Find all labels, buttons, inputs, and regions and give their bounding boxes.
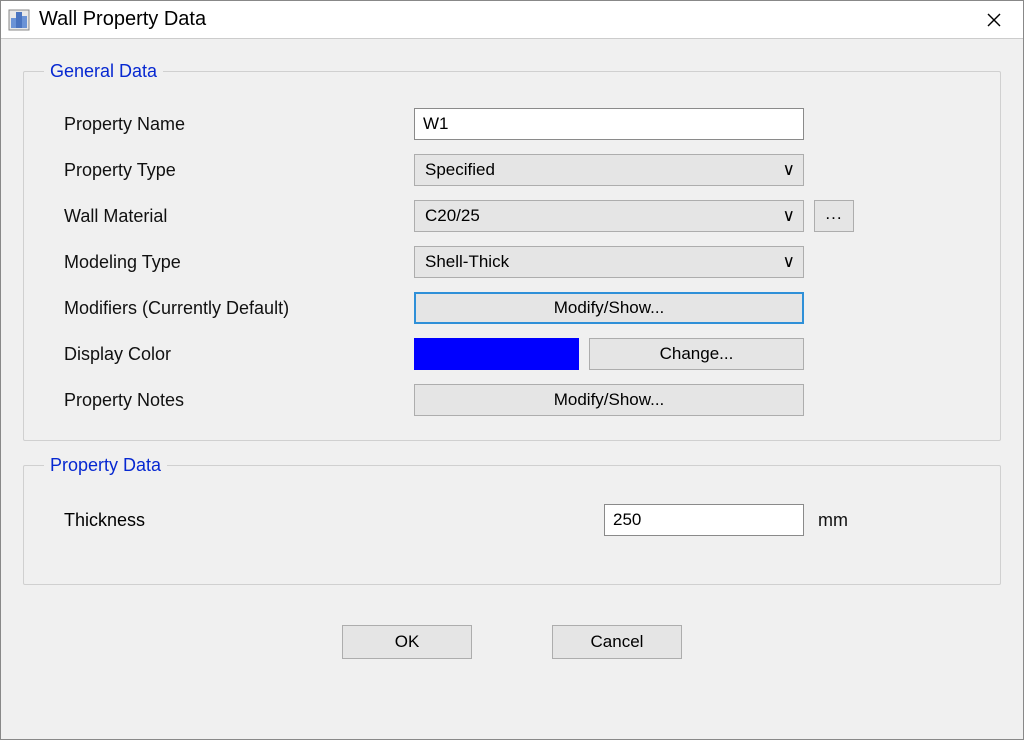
legend-property-data: Property Data — [44, 455, 167, 476]
group-property-data: Property Data Thickness mm — [23, 455, 1001, 585]
select-modeling-type[interactable]: Shell-Thick ∨ — [414, 246, 804, 278]
display-color-swatch — [414, 338, 579, 370]
group-general-data: General Data Property Name Property Type… — [23, 61, 1001, 441]
client-area: General Data Property Name Property Type… — [1, 39, 1023, 669]
chevron-down-icon: ∨ — [783, 206, 795, 226]
close-icon — [987, 13, 1001, 27]
chevron-down-icon: ∨ — [783, 160, 795, 180]
ok-button[interactable]: OK — [342, 625, 472, 659]
chevron-down-icon: ∨ — [783, 252, 795, 272]
label-modifiers: Modifiers (Currently Default) — [44, 298, 414, 319]
close-button[interactable] — [971, 1, 1017, 39]
modifiers-button[interactable]: Modify/Show... — [414, 292, 804, 324]
label-property-type: Property Type — [44, 160, 414, 181]
input-property-name[interactable] — [414, 108, 804, 140]
dialog-wall-property-data: Wall Property Data General Data Property… — [0, 0, 1024, 740]
select-wall-material[interactable]: C20/25 ∨ — [414, 200, 804, 232]
browse-material-button[interactable]: ... — [814, 200, 854, 232]
label-modeling-type: Modeling Type — [44, 252, 414, 273]
label-property-notes: Property Notes — [44, 390, 414, 411]
change-color-button[interactable]: Change... — [589, 338, 804, 370]
input-thickness[interactable] — [604, 504, 804, 536]
select-property-type-value: Specified — [425, 160, 495, 180]
select-modeling-type-value: Shell-Thick — [425, 252, 509, 272]
action-row: OK Cancel — [23, 625, 1001, 659]
titlebar: Wall Property Data — [1, 1, 1023, 39]
select-property-type[interactable]: Specified ∨ — [414, 154, 804, 186]
label-thickness: Thickness — [44, 510, 604, 531]
window-title: Wall Property Data — [39, 8, 971, 31]
legend-general-data: General Data — [44, 61, 163, 82]
label-wall-material: Wall Material — [44, 206, 414, 227]
label-thickness-unit: mm — [818, 510, 848, 531]
app-icon — [7, 8, 31, 32]
label-display-color: Display Color — [44, 344, 414, 365]
cancel-button[interactable]: Cancel — [552, 625, 682, 659]
property-notes-button[interactable]: Modify/Show... — [414, 384, 804, 416]
select-wall-material-value: C20/25 — [425, 206, 480, 226]
label-property-name: Property Name — [44, 114, 414, 135]
